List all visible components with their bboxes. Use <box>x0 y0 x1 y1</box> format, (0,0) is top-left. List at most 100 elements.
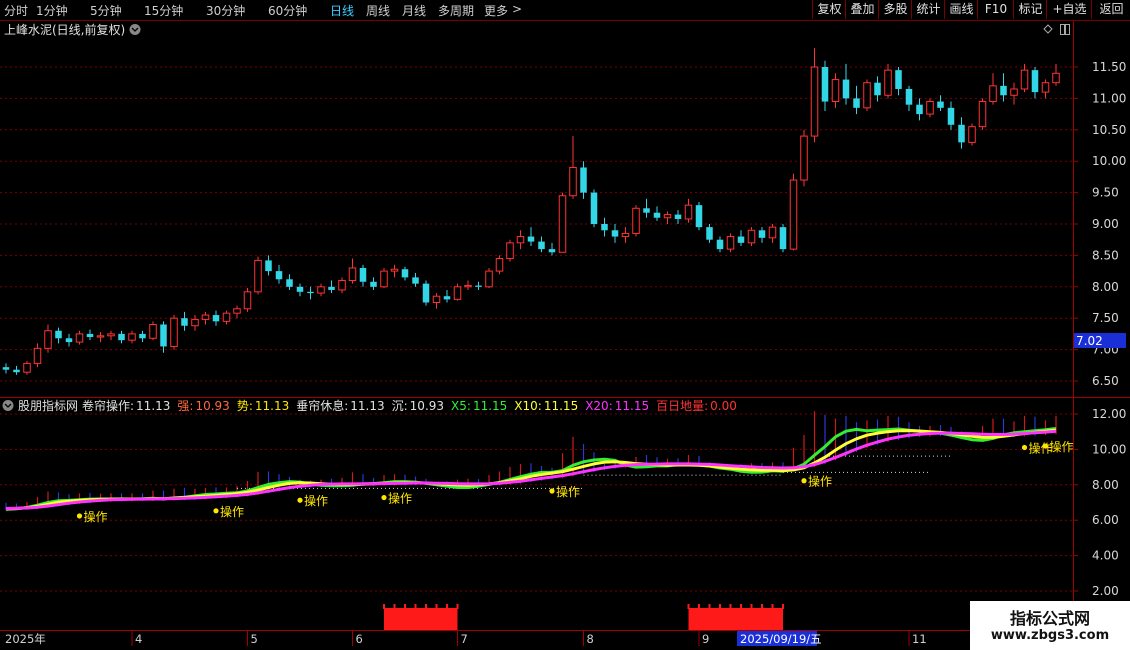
signal-dot <box>1042 443 1049 449</box>
tab-timeframe-active[interactable]: 日线 <box>330 2 354 19</box>
candle-body <box>443 296 451 300</box>
candle-body <box>726 236 735 250</box>
candle-body <box>789 179 798 250</box>
candle-body <box>937 101 944 108</box>
last-price-value: 7.02 <box>1076 334 1103 348</box>
candle-body <box>118 333 125 341</box>
date-tick-label: 6 <box>356 632 363 646</box>
f10-button[interactable]: F10 <box>977 0 1014 19</box>
legend-value: 11.15 <box>473 399 507 413</box>
indicator-tick-label: 12.00 <box>1092 407 1126 421</box>
candle-body <box>485 270 493 288</box>
candle-body <box>800 135 808 181</box>
signal-dot <box>549 488 555 494</box>
more-arrow-icon[interactable]: > <box>512 2 522 16</box>
multi-stock-button[interactable]: 多股 <box>878 0 912 19</box>
legend-label: 卷帘操作: <box>82 398 134 413</box>
price-tick-label: 11.50 <box>1092 60 1126 74</box>
candle-body <box>422 283 430 303</box>
tab-timeframe[interactable]: 15分钟 <box>144 2 183 19</box>
chart-canvas: 操作操作操作操作操作操作操作操作操作 11.5011.0010.5010.009… <box>0 0 1130 646</box>
tab-timeframe[interactable]: 60分钟 <box>268 2 307 19</box>
title-dropdown-icon[interactable] <box>129 24 141 35</box>
mark-button[interactable]: 标记 <box>1013 0 1047 19</box>
diamond-icon[interactable] <box>1043 24 1053 34</box>
tab-timeframe[interactable]: 30分钟 <box>206 2 245 19</box>
candle-body <box>432 295 441 304</box>
candle-body <box>580 167 587 193</box>
candle-body <box>55 330 62 339</box>
tab-more[interactable]: 更多 <box>484 2 508 19</box>
indicator-tick-label: 4.00 <box>1092 549 1119 563</box>
legend-label: 百日地量: <box>656 399 708 413</box>
signal-label: 操作 <box>556 484 580 499</box>
candle-body <box>548 249 556 253</box>
candle-body <box>160 324 167 347</box>
candle-body <box>453 286 462 300</box>
candle-body <box>317 286 325 294</box>
indicator-tick-label: 10.00 <box>1092 442 1126 456</box>
candle-body <box>370 281 377 287</box>
tab-timeframe[interactable]: 多周期 <box>438 2 474 19</box>
tab-timeframe[interactable]: 月线 <box>402 2 426 19</box>
add-watchlist-button[interactable]: +自选 <box>1046 0 1092 19</box>
candle-body <box>611 230 619 237</box>
candle-body <box>254 259 262 293</box>
legend-value: 0.00 <box>710 399 737 413</box>
candle-body <box>286 279 293 287</box>
overlay-button[interactable]: 叠加 <box>845 0 879 19</box>
candle-body <box>810 66 819 137</box>
signal-dot <box>213 508 219 514</box>
draw-line-button[interactable]: 画线 <box>944 0 978 19</box>
candle-body <box>779 227 787 250</box>
candle-body <box>695 205 703 228</box>
tab-timeframe[interactable]: 1分钟 <box>36 2 68 19</box>
candle-body <box>359 267 367 282</box>
candle-body <box>33 347 42 364</box>
candle-body <box>916 104 923 115</box>
candle-body <box>1031 70 1039 93</box>
candle-body <box>265 260 272 272</box>
candle-body <box>516 236 525 244</box>
indicator-dropdown-icon[interactable] <box>2 400 14 411</box>
price-tick-label: 6.50 <box>1092 374 1119 388</box>
back-button[interactable]: 返回 <box>1091 0 1130 19</box>
watermark-title: 指标公式网 <box>1009 609 1090 628</box>
candle-body <box>558 195 567 253</box>
indicator-name[interactable]: 股朋指标网 <box>18 398 78 413</box>
candle-body <box>233 308 241 314</box>
date-tick-label: 7 <box>461 632 468 646</box>
tab-timeframe[interactable]: 分时 <box>4 2 28 19</box>
statistics-button[interactable]: 统计 <box>911 0 945 19</box>
signal-dot <box>381 494 387 501</box>
candle-body <box>842 79 850 99</box>
signal-label: 操作 <box>388 491 412 506</box>
candle-body <box>706 227 713 240</box>
candle-body <box>590 192 598 224</box>
candle-body <box>243 291 252 310</box>
tab-timeframe[interactable]: 5分钟 <box>90 2 122 19</box>
candle-body <box>107 333 115 337</box>
candle-body <box>884 69 892 96</box>
legend-label: 垂帘休息: <box>296 398 348 413</box>
signal-label: 操作 <box>84 509 108 524</box>
candle-body <box>23 362 31 373</box>
candle-body <box>13 369 20 373</box>
candle-body <box>222 312 231 322</box>
candle-body <box>128 333 136 341</box>
candle-body <box>989 85 997 103</box>
candle-body <box>212 315 220 322</box>
price-tick-label: 9.00 <box>1092 217 1119 231</box>
legend-value: 10.93 <box>410 399 444 413</box>
candle-body <box>632 207 640 234</box>
signal-dot <box>297 497 303 503</box>
restore-rights-button[interactable]: 复权 <box>812 0 846 19</box>
candle-body <box>139 333 146 339</box>
indicator-histogram <box>5 411 1057 511</box>
candle-body <box>275 271 283 280</box>
price-tick-label: 10.00 <box>1092 154 1126 168</box>
tab-timeframe[interactable]: 周线 <box>366 2 390 19</box>
price-tick-label: 11.00 <box>1092 91 1126 105</box>
low-volume-band <box>688 608 783 630</box>
candle-body <box>601 224 608 231</box>
